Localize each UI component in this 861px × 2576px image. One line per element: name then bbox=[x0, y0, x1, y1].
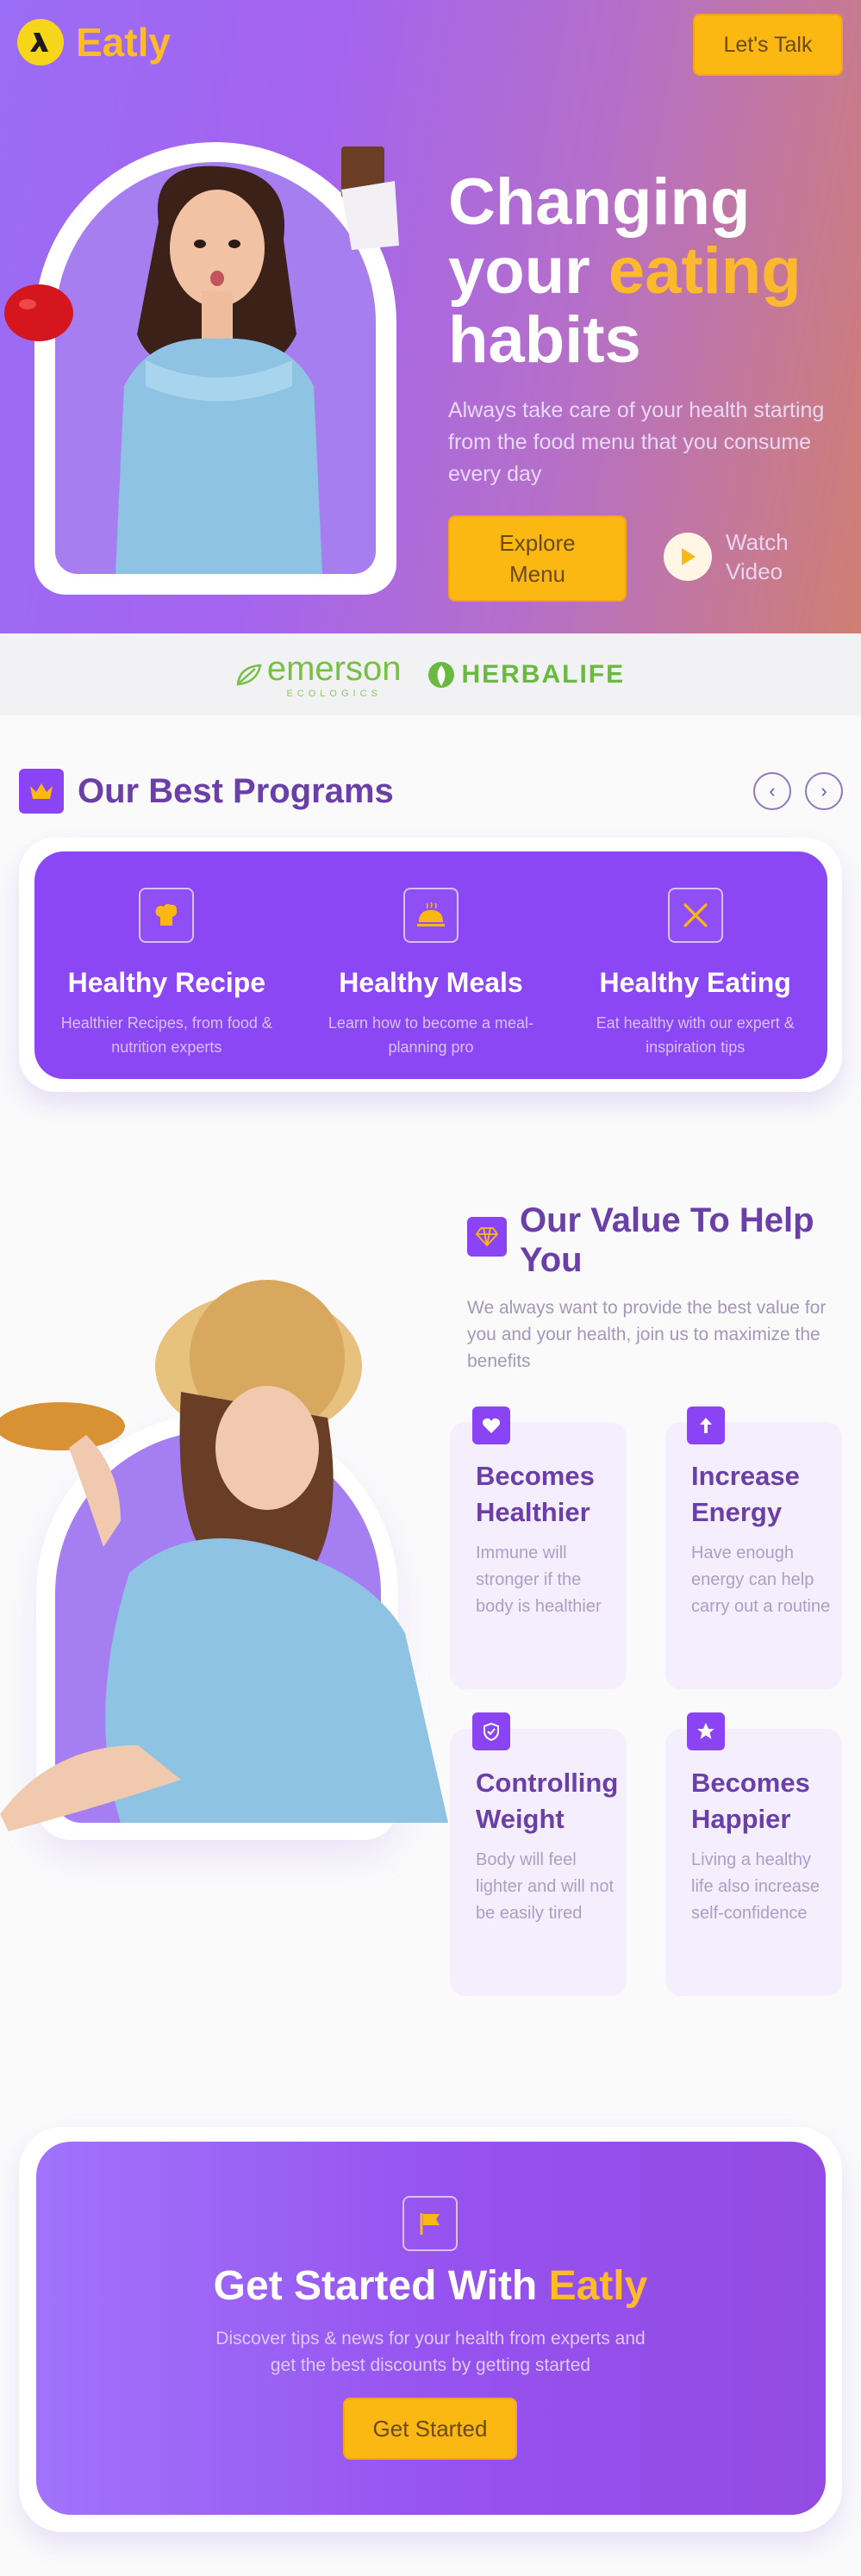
hero-section: Eatly Let's Talk Changing your eating ha… bbox=[0, 0, 861, 633]
value-desc: Body will feel lighter and will not be e… bbox=[476, 1850, 615, 1923]
heart-icon bbox=[472, 1407, 510, 1444]
program-desc: Learn how to become a meal-planning pro bbox=[328, 1014, 534, 1056]
value-desc: Living a healthy life also increase self… bbox=[691, 1850, 820, 1923]
cta-subtitle: Discover tips & news for your health fro… bbox=[0, 2325, 861, 2379]
diamond-icon bbox=[467, 1217, 507, 1257]
sponsor-emerson-sub: ECOLOGICS bbox=[286, 689, 382, 699]
hero-woman-image bbox=[115, 165, 322, 574]
values-subtitle: We always want to provide the best value… bbox=[467, 1298, 827, 1371]
energy-icon bbox=[687, 1407, 725, 1444]
sponsor-herbalife-name: HERBALIFE bbox=[461, 659, 626, 689]
brand-name: Eatly bbox=[76, 20, 171, 65]
hero-image-backdrop bbox=[55, 162, 376, 574]
explore-menu-button[interactable]: Explore Menu bbox=[448, 515, 627, 602]
herbalife-leaf-icon bbox=[428, 661, 455, 688]
values-woman-image bbox=[0, 1280, 448, 1831]
program-title: Healthy Eating bbox=[599, 967, 791, 998]
programs-next-button[interactable]: › bbox=[805, 772, 843, 810]
hero-title-line1: Changing bbox=[448, 165, 751, 239]
sponsor-herbalife: HERBALIFE bbox=[427, 660, 625, 689]
chocolate-image bbox=[341, 147, 399, 250]
logo-mark-icon bbox=[17, 19, 64, 65]
programs-prev-button[interactable]: ‹ bbox=[753, 772, 791, 810]
programs-card: Healthy Recipe Healthier Recipes, from f… bbox=[34, 851, 827, 1079]
hero-title-line3: habits bbox=[448, 303, 641, 377]
chevron-left-icon: ‹ bbox=[769, 780, 776, 801]
leaf-icon bbox=[236, 664, 262, 685]
crown-icon bbox=[19, 769, 64, 814]
chevron-right-icon: › bbox=[820, 780, 827, 801]
programs-title: Our Best Programs bbox=[78, 771, 394, 810]
apple-image bbox=[4, 284, 73, 341]
shield-icon bbox=[472, 1712, 510, 1750]
chef-hat-icon bbox=[139, 888, 195, 943]
sponsor-emerson-name: emerson bbox=[266, 650, 402, 688]
brand-logo[interactable]: Eatly bbox=[17, 19, 171, 65]
serving-dish-icon bbox=[403, 888, 459, 943]
star-icon bbox=[687, 1712, 725, 1750]
value-desc: Have enough energy can help carry out a … bbox=[691, 1544, 831, 1616]
program-item[interactable]: Healthy Recipe Healthier Recipes, from f… bbox=[34, 851, 299, 1079]
watch-video-label: Watch Video bbox=[726, 529, 789, 584]
value-desc: Immune will stronger if the body is heal… bbox=[476, 1544, 602, 1616]
lets-talk-button[interactable]: Let's Talk bbox=[693, 14, 843, 76]
cta-title-accent: Eatly bbox=[548, 2263, 648, 2309]
program-desc: Eat healthy with our expert & inspiratio… bbox=[596, 1014, 795, 1056]
value-title: Controlling Weight bbox=[476, 1768, 619, 1834]
hero-title-accent: eating bbox=[608, 234, 802, 308]
hero-subtitle: Always take care of your health starting… bbox=[448, 398, 825, 486]
program-item[interactable]: Healthy Eating Eat healthy with our expe… bbox=[563, 851, 827, 1079]
value-title: Becomes Healthier bbox=[476, 1461, 595, 1527]
sponsors-bar: emerson ECOLOGICS HERBALIFE bbox=[0, 633, 861, 715]
program-item[interactable]: Healthy Meals Learn how to become a meal… bbox=[299, 851, 564, 1079]
programs-header: Our Best Programs bbox=[19, 769, 394, 814]
hero-title: Changing your eating habits bbox=[448, 168, 845, 375]
sponsor-emerson: emerson ECOLOGICS bbox=[236, 650, 402, 699]
value-title: Increase Energy bbox=[691, 1461, 800, 1527]
value-title: Becomes Happier bbox=[691, 1768, 810, 1834]
cta-subtitle-text: Discover tips & news for your health fro… bbox=[215, 2329, 646, 2375]
cta-title: Get Started With Eatly bbox=[0, 2262, 861, 2310]
program-title: Healthy Meals bbox=[339, 967, 523, 998]
fork-knife-icon bbox=[667, 888, 723, 943]
flag-icon bbox=[402, 2196, 458, 2251]
hero-title-word-your: your bbox=[448, 234, 590, 308]
program-title: Healthy Recipe bbox=[67, 967, 266, 998]
program-desc: Healthier Recipes, from food & nutrition… bbox=[60, 1014, 272, 1056]
cta-title-text: Get Started With bbox=[213, 2263, 538, 2309]
values-title: Our Value To Help You bbox=[520, 1201, 814, 1279]
watch-video-link[interactable]: Watch Video bbox=[664, 527, 795, 586]
get-started-button[interactable]: Get Started bbox=[343, 2398, 517, 2460]
play-icon[interactable] bbox=[664, 533, 712, 581]
